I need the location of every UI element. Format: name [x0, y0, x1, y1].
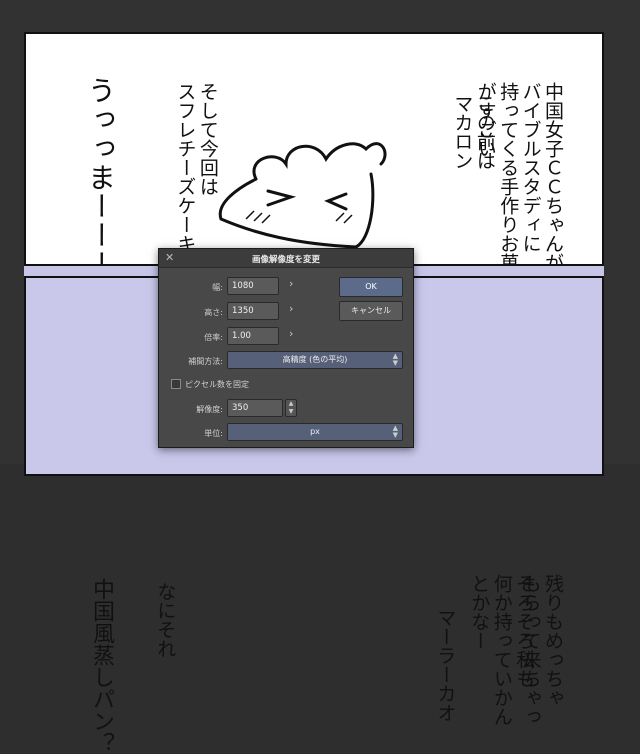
narration-text-top-left: そして今回は スフレチーズケーキ: [174, 82, 219, 253]
fix-pixels-checkbox[interactable]: [171, 379, 181, 389]
dialog-titlebar[interactable]: ✕ 画像解像度を変更: [159, 249, 413, 268]
narration-text-bottom-far-left: 中国風蒸しパン？: [88, 578, 114, 754]
fix-pixels-label: ピクセル数を固定: [185, 380, 249, 389]
unit-select[interactable]: px ▲ ▼: [227, 423, 403, 441]
chevron-right-icon[interactable]: ›: [289, 277, 293, 290]
interp-select-value: 高精度 (色の平均): [282, 355, 348, 364]
narration-text-bottom-mid: そろそろ私も 何か持っていかん とかなー: [468, 574, 536, 726]
height-label: 高さ:: [204, 308, 223, 317]
width-field[interactable]: 1080: [227, 277, 279, 295]
chevron-right-icon[interactable]: ›: [289, 302, 293, 315]
change-resolution-dialog: ✕ 画像解像度を変更 幅: 1080 › 高さ: 1350 › 倍率: 1.00…: [158, 248, 414, 448]
dialog-title: 画像解像度を変更: [251, 255, 320, 265]
scale-label: 倍率:: [204, 333, 223, 342]
character-drawing: [218, 142, 387, 249]
updown-arrow-icon: ▲ ▼: [392, 424, 398, 439]
resolution-stepper[interactable]: ▲ ▼: [285, 399, 297, 417]
narration-text-bottom-mid2: マーラーカオ: [434, 608, 457, 722]
chevron-right-icon[interactable]: ›: [289, 327, 293, 340]
interp-select[interactable]: 高精度 (色の平均) ▲ ▼: [227, 351, 403, 369]
unit-select-value: px: [310, 427, 320, 436]
ok-button[interactable]: OK: [339, 277, 403, 297]
height-field[interactable]: 1350: [227, 302, 279, 320]
comic-panel-top: 中国女子ＣＣちゃんが バイブルスタディに 持ってくる手作りお菓子 がすごい この…: [24, 32, 604, 308]
cancel-button[interactable]: キャンセル: [339, 301, 403, 321]
width-label: 幅:: [212, 283, 223, 292]
scale-field[interactable]: 1.00: [227, 327, 279, 345]
interp-label: 補間方法:: [188, 357, 223, 366]
unit-label: 単位:: [204, 429, 223, 438]
narration-text-bottom-left: なにそれ: [154, 582, 177, 658]
updown-arrow-icon: ▲ ▼: [392, 352, 398, 367]
resolution-label: 解像度:: [196, 405, 223, 414]
resolution-field[interactable]: 350: [227, 399, 283, 417]
narration-text-top-mid: この前は マカロン: [451, 94, 496, 170]
